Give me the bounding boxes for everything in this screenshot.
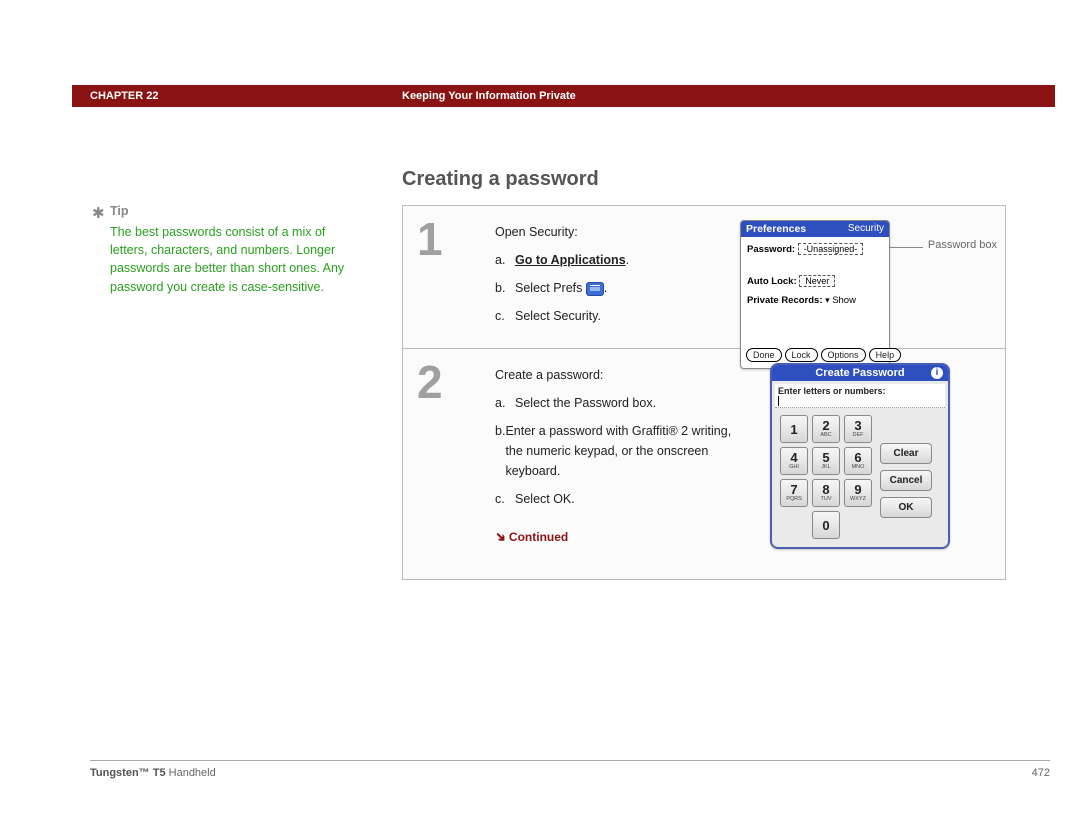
- step1-c-text: Select Security.: [515, 306, 601, 326]
- step1-intro: Open Security:: [495, 222, 740, 242]
- info-icon[interactable]: i: [931, 367, 943, 379]
- step2-b-text: Enter a password with Graffiti® 2 writin…: [505, 421, 740, 481]
- key-7[interactable]: 7PQRS: [780, 479, 808, 507]
- clear-button[interactable]: Clear: [880, 443, 932, 464]
- step1-b-text: Select Prefs: [515, 281, 582, 295]
- key-9[interactable]: 9WXYZ: [844, 479, 872, 507]
- page-number: 472: [1032, 767, 1050, 779]
- palm-private-dropdown[interactable]: Show: [825, 295, 856, 306]
- palm-password-box[interactable]: -Unassigned-: [798, 243, 864, 255]
- asterisk-icon: ✱: [92, 203, 105, 225]
- dialog-title: Create Password: [815, 367, 904, 379]
- password-box-callout: Password box: [928, 239, 997, 251]
- cancel-button[interactable]: Cancel: [880, 470, 932, 491]
- step2-a-label: a.: [495, 393, 515, 413]
- continued-marker: ➔Continued: [495, 527, 740, 548]
- steps-container: 1 Open Security: a. Go to Applications. …: [402, 205, 1006, 580]
- tip-body: The best passwords consist of a mix of l…: [110, 223, 345, 296]
- step-number: 1: [403, 206, 489, 348]
- page-title: Creating a password: [402, 168, 599, 191]
- step-number: 2: [403, 349, 489, 579]
- product-name: Tungsten™ T5 Handheld: [90, 767, 216, 779]
- numeric-keypad: 1 2ABC 3DEF 4GHI 5JKL 6MNO 7PQRS 8TUV 9W…: [780, 415, 872, 539]
- key-3[interactable]: 3DEF: [844, 415, 872, 443]
- step2-a-text: Select the Password box.: [515, 393, 656, 413]
- step2-b-label: b.: [495, 421, 505, 481]
- key-4[interactable]: 4GHI: [780, 447, 808, 475]
- key-0[interactable]: 0: [812, 511, 840, 539]
- chapter-label: CHAPTER 22: [90, 90, 158, 102]
- palm-category[interactable]: Security: [848, 223, 884, 235]
- step-1: 1 Open Security: a. Go to Applications. …: [403, 206, 1005, 349]
- chapter-title: Keeping Your Information Private: [402, 90, 576, 102]
- step1-a-label: a.: [495, 250, 515, 270]
- key-2[interactable]: 2ABC: [812, 415, 840, 443]
- key-1[interactable]: 1: [780, 415, 808, 443]
- chapter-header: CHAPTER 22 Keeping Your Information Priv…: [72, 85, 1055, 107]
- tip-label: Tip: [110, 204, 129, 218]
- step1-c-label: c.: [495, 306, 515, 326]
- prefs-icon: [586, 282, 604, 296]
- dialog-prompt: Enter letters or numbers:: [778, 386, 886, 396]
- continued-arrow-icon: ➔: [489, 526, 511, 548]
- step2-c-label: c.: [495, 489, 515, 509]
- step-2: 2 Create a password: a. Select the Passw…: [403, 349, 1005, 579]
- key-6[interactable]: 6MNO: [844, 447, 872, 475]
- palm-autolock-label: Auto Lock:: [747, 276, 797, 287]
- palm-preferences-screen: Preferences Security Password: -Unassign…: [740, 220, 890, 369]
- go-to-applications-link[interactable]: Go to Applications: [515, 253, 626, 267]
- step2-intro: Create a password:: [495, 365, 740, 385]
- palm-autolock-box[interactable]: Never: [799, 275, 835, 287]
- create-password-dialog: Create Password i Enter letters or numbe…: [770, 363, 950, 549]
- ok-button[interactable]: OK: [880, 497, 932, 518]
- step2-c-text: Select OK.: [515, 489, 575, 509]
- palm-private-label: Private Records:: [747, 295, 823, 306]
- step1-b-label: b.: [495, 278, 515, 298]
- tip-block: ✱ Tip The best passwords consist of a mi…: [110, 202, 345, 296]
- callout-line: [889, 247, 923, 248]
- palm-password-label: Password:: [747, 244, 795, 255]
- key-8[interactable]: 8TUV: [812, 479, 840, 507]
- key-5[interactable]: 5JKL: [812, 447, 840, 475]
- password-input-cursor[interactable]: [778, 396, 782, 406]
- palm-title: Preferences: [746, 223, 806, 235]
- footer: Tungsten™ T5 Handheld 472: [90, 760, 1050, 779]
